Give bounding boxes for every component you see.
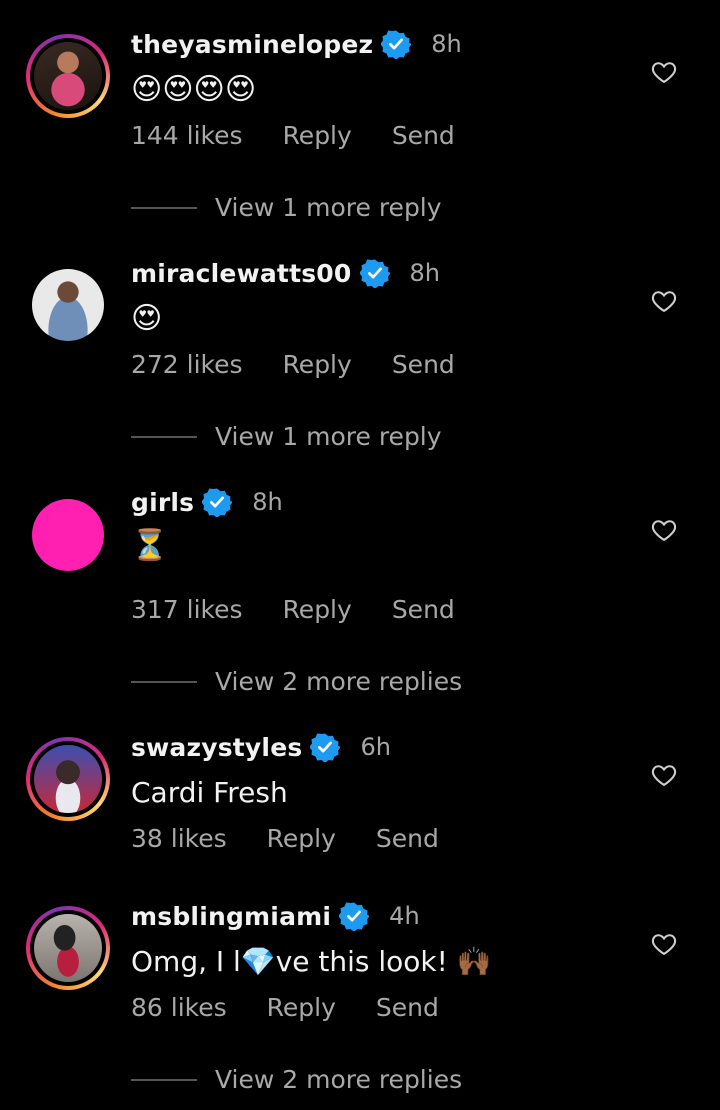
heart-icon[interactable]	[650, 761, 678, 789]
likes-count[interactable]: 317 likes	[131, 595, 243, 624]
comment-text: 😍	[131, 301, 163, 336]
verified-badge-icon	[310, 733, 341, 762]
username[interactable]: theyasminelopez	[131, 30, 373, 59]
comment-text: Cardi Fresh	[131, 776, 288, 809]
comment-text: 😍😍😍😍	[131, 72, 257, 107]
send-button[interactable]: Send	[376, 993, 439, 1022]
view-more-replies[interactable]: View 1 more reply	[131, 422, 442, 451]
verified-badge-icon	[359, 259, 390, 288]
view-more-replies[interactable]: View 2 more replies	[131, 667, 462, 696]
view-more-replies[interactable]: View 1 more reply	[131, 193, 442, 222]
heart-icon[interactable]	[650, 287, 678, 315]
reply-button[interactable]: Reply	[283, 595, 352, 624]
comment-time: 4h	[389, 902, 420, 930]
username[interactable]: miraclewatts00	[131, 259, 352, 288]
comment-time: 8h	[252, 488, 283, 516]
heart-icon[interactable]	[650, 516, 678, 544]
comment-time: 8h	[409, 259, 440, 287]
reply-button[interactable]: Reply	[283, 121, 352, 150]
reply-button[interactable]: Reply	[267, 824, 336, 853]
view-more-label[interactable]: View 2 more replies	[215, 1065, 462, 1094]
comment-text: Omg, I l💎ve this look! 🙌🏾	[131, 945, 492, 978]
reply-button[interactable]: Reply	[267, 993, 336, 1022]
divider-line	[131, 1078, 197, 1081]
divider-line	[131, 206, 197, 209]
likes-count[interactable]: 272 likes	[131, 350, 243, 379]
heart-icon[interactable]	[650, 58, 678, 86]
comments-page: theyasminelopez 8h 😍😍😍😍 144 likes Reply …	[0, 0, 720, 1110]
avatar[interactable]	[26, 737, 110, 821]
send-button[interactable]: Send	[376, 824, 439, 853]
comment-text: ⏳	[131, 528, 169, 563]
comment-time: 6h	[360, 733, 391, 761]
verified-badge-icon	[339, 902, 370, 931]
reply-button[interactable]: Reply	[283, 350, 352, 379]
heart-icon[interactable]	[650, 930, 678, 958]
username[interactable]: girls	[131, 488, 194, 517]
view-more-label[interactable]: View 1 more reply	[215, 193, 442, 222]
divider-line	[131, 680, 197, 683]
send-button[interactable]: Send	[392, 595, 455, 624]
likes-count[interactable]: 86 likes	[131, 993, 227, 1022]
likes-count[interactable]: 38 likes	[131, 824, 227, 853]
divider-line	[131, 435, 197, 438]
view-more-replies[interactable]: View 2 more replies	[131, 1065, 462, 1094]
verified-badge-icon	[202, 488, 233, 517]
send-button[interactable]: Send	[392, 350, 455, 379]
username[interactable]: msblingmiami	[131, 902, 331, 931]
avatar[interactable]	[26, 34, 110, 118]
verified-badge-icon	[381, 30, 412, 59]
avatar[interactable]	[32, 499, 104, 571]
username[interactable]: swazystyles	[131, 733, 302, 762]
likes-count[interactable]: 144 likes	[131, 121, 243, 150]
view-more-label[interactable]: View 2 more replies	[215, 667, 462, 696]
comment-time: 8h	[431, 30, 462, 58]
view-more-label[interactable]: View 1 more reply	[215, 422, 442, 451]
send-button[interactable]: Send	[392, 121, 455, 150]
avatar[interactable]	[32, 269, 104, 341]
avatar[interactable]	[26, 906, 110, 990]
